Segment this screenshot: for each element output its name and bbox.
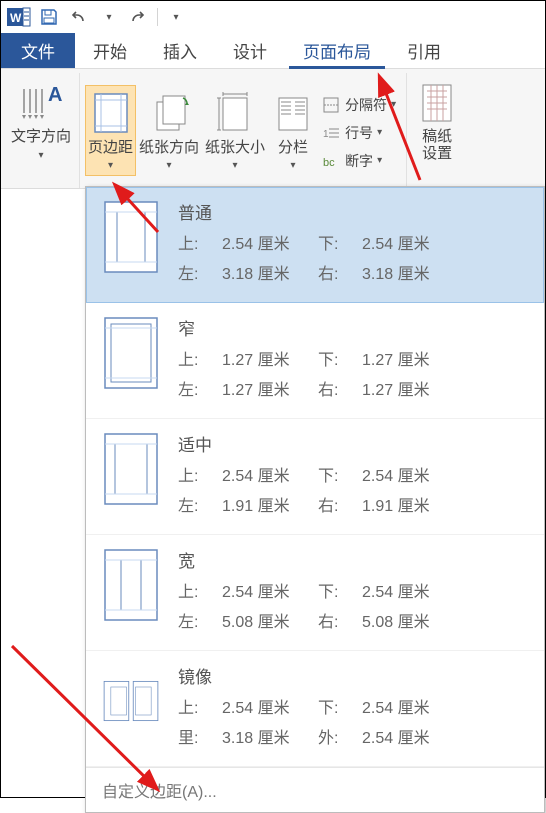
manuscript-label: 稿纸 设置 [422,129,452,162]
margin-preset-name: 窄 [178,315,530,340]
tab-file[interactable]: 文件 [1,33,75,68]
chevron-down-icon: ▾ [167,160,172,171]
chevron-down-icon: ▾ [108,160,113,171]
chevron-down-icon: ▾ [38,150,43,161]
custom-margins-button[interactable]: 自定义边距(A)... [86,767,544,812]
svg-text:W: W [10,11,22,25]
redo-button[interactable] [125,5,153,29]
tab-insert[interactable]: 插入 [145,33,215,68]
line-numbers-button[interactable]: 1行号▾ [319,120,400,146]
undo-more-caret[interactable]: ▾ [95,5,123,29]
hyphenation-label: 断字 [345,151,373,171]
ribbon-tabs: 文件 开始 插入 设计 页面布局 引用 [1,33,545,69]
margin-preset-wide[interactable]: 宽上:2.54 厘米下:2.54 厘米左:5.08 厘米右:5.08 厘米 [86,535,544,651]
margin-preset-values: 上:2.54 厘米下:2.54 厘米左:5.08 厘米右:5.08 厘米 [178,578,530,632]
margin-preset-values: 上:1.27 厘米下:1.27 厘米左:1.27 厘米右:1.27 厘米 [178,346,530,400]
size-button[interactable]: 纸张大小 ▾ [203,86,267,176]
breaks-button[interactable]: 分隔符▾ [319,92,400,118]
text-direction-button[interactable]: A 文字方向 ▾ [9,75,73,165]
qat-separator [157,8,158,26]
text-direction-label: 文字方向 [11,129,71,146]
margin-preset-normal[interactable]: 普通上:2.54 厘米下:2.54 厘米左:3.18 厘米右:3.18 厘米 [86,187,544,303]
margin-preset-info: 镜像上:2.54 厘米下:2.54 厘米里:3.18 厘米外:2.54 厘米 [178,661,530,748]
chevron-down-icon: ▾ [291,160,296,171]
breaks-column: 分隔符▾ 1行号▾ bc断字▾ [319,88,400,174]
quick-access-toolbar: W ▾ ▾ [1,1,545,33]
margin-preset-name: 普通 [178,199,530,224]
margin-preset-values: 上:2.54 厘米下:2.54 厘米里:3.18 厘米外:2.54 厘米 [178,694,530,748]
columns-button[interactable]: 分栏 ▾ [269,86,317,176]
margin-preset-thumb [100,197,162,277]
svg-text:A: A [48,84,62,106]
svg-text:bc: bc [323,157,335,169]
line-numbers-label: 行号 [345,123,373,143]
orientation-button[interactable]: 纸张方向 ▾ [137,86,201,176]
margin-preset-info: 适中上:2.54 厘米下:2.54 厘米左:1.91 厘米右:1.91 厘米 [178,429,530,516]
word-app-icon: W [5,5,33,29]
columns-label: 分栏 [278,140,308,157]
size-label: 纸张大小 [205,140,265,157]
tab-page-layout[interactable]: 页面布局 [285,33,389,68]
margin-preset-thumb [100,545,162,625]
margin-preset-thumb [100,661,162,741]
group-manuscript: 稿纸 设置 [407,73,467,188]
breaks-label: 分隔符 [345,95,387,115]
tab-design[interactable]: 设计 [215,33,285,68]
margin-preset-values: 上:2.54 厘米下:2.54 厘米左:1.91 厘米右:1.91 厘米 [178,462,530,516]
group-text-direction: A 文字方向 ▾ [3,73,80,188]
chevron-down-icon: ▾ [233,160,238,171]
margin-preset-thumb [100,313,162,393]
margin-preset-narrow[interactable]: 窄上:1.27 厘米下:1.27 厘米左:1.27 厘米右:1.27 厘米 [86,303,544,419]
tab-references[interactable]: 引用 [389,33,459,68]
undo-button[interactable] [65,5,93,29]
margin-preset-mirror[interactable]: 镜像上:2.54 厘米下:2.54 厘米里:3.18 厘米外:2.54 厘米 [86,651,544,767]
margin-preset-name: 适中 [178,431,530,456]
orientation-label: 纸张方向 [139,140,199,157]
ribbon-page-layout: A 文字方向 ▾ 页边距 ▾ 纸张方向 ▾ 纸张大小 ▾ 分栏 ▾ 分隔符▾ 1… [1,69,545,189]
margin-preset-values: 上:2.54 厘米下:2.54 厘米左:3.18 厘米右:3.18 厘米 [178,230,530,284]
margin-preset-info: 窄上:1.27 厘米下:1.27 厘米左:1.27 厘米右:1.27 厘米 [178,313,530,400]
margin-preset-name: 宽 [178,547,530,572]
svg-text:1: 1 [323,129,329,140]
margins-button[interactable]: 页边距 ▾ [86,86,135,176]
hyphenation-button[interactable]: bc断字▾ [319,148,400,174]
margins-dropdown-menu: 普通上:2.54 厘米下:2.54 厘米左:3.18 厘米右:3.18 厘米窄上… [85,186,545,813]
margin-preset-name: 镜像 [178,663,530,688]
margins-label: 页边距 [88,140,133,157]
margin-preset-info: 普通上:2.54 厘米下:2.54 厘米左:3.18 厘米右:3.18 厘米 [178,197,530,284]
margin-preset-info: 宽上:2.54 厘米下:2.54 厘米左:5.08 厘米右:5.08 厘米 [178,545,530,632]
tab-home[interactable]: 开始 [75,33,145,68]
margin-preset-moderate[interactable]: 适中上:2.54 厘米下:2.54 厘米左:1.91 厘米右:1.91 厘米 [86,419,544,535]
margin-preset-thumb [100,429,162,509]
save-icon[interactable] [35,5,63,29]
qat-customize-caret[interactable]: ▾ [162,5,190,29]
manuscript-button[interactable]: 稿纸 设置 [413,75,461,166]
group-page-setup: 页边距 ▾ 纸张方向 ▾ 纸张大小 ▾ 分栏 ▾ 分隔符▾ 1行号▾ bc断字▾ [80,73,407,188]
